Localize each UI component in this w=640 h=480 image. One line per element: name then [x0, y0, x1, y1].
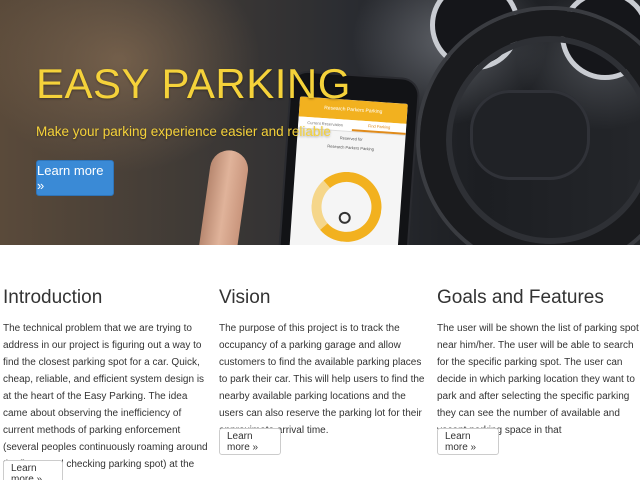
- vision-learn-more-button[interactable]: Learn more »: [219, 428, 281, 455]
- hero-learn-more-button[interactable]: Learn more »: [36, 160, 114, 196]
- steering-hub-image: [470, 90, 590, 180]
- column-vision: Vision The purpose of this project is to…: [219, 286, 425, 439]
- column-introduction: Introduction The technical problem that …: [3, 286, 209, 480]
- goals-text: The user will be shown the list of parki…: [437, 323, 639, 436]
- goals-heading: Goals and Features: [437, 287, 604, 308]
- vision-text: The purpose of this project is to track …: [219, 323, 425, 436]
- introduction-heading: Introduction: [3, 287, 103, 308]
- app-tab-find: Find Parking: [351, 120, 407, 135]
- introduction-text: The technical problem that we are trying…: [3, 323, 208, 480]
- column-goals: Goals and Features The user will be show…: [437, 286, 640, 439]
- goals-learn-more-button[interactable]: Learn more »: [437, 428, 499, 455]
- hero-subtitle: Make your parking experience easier and …: [36, 124, 331, 139]
- vision-heading: Vision: [219, 287, 271, 308]
- hero-banner: Research Parkers Parking Current Reserva…: [0, 0, 640, 245]
- introduction-learn-more-button[interactable]: Learn more »: [3, 460, 63, 480]
- phone-screen: Research Parkers Parking Current Reserva…: [288, 96, 408, 245]
- hero-title: EASY PARKING: [36, 60, 351, 107]
- app-progress-ring: [309, 169, 384, 245]
